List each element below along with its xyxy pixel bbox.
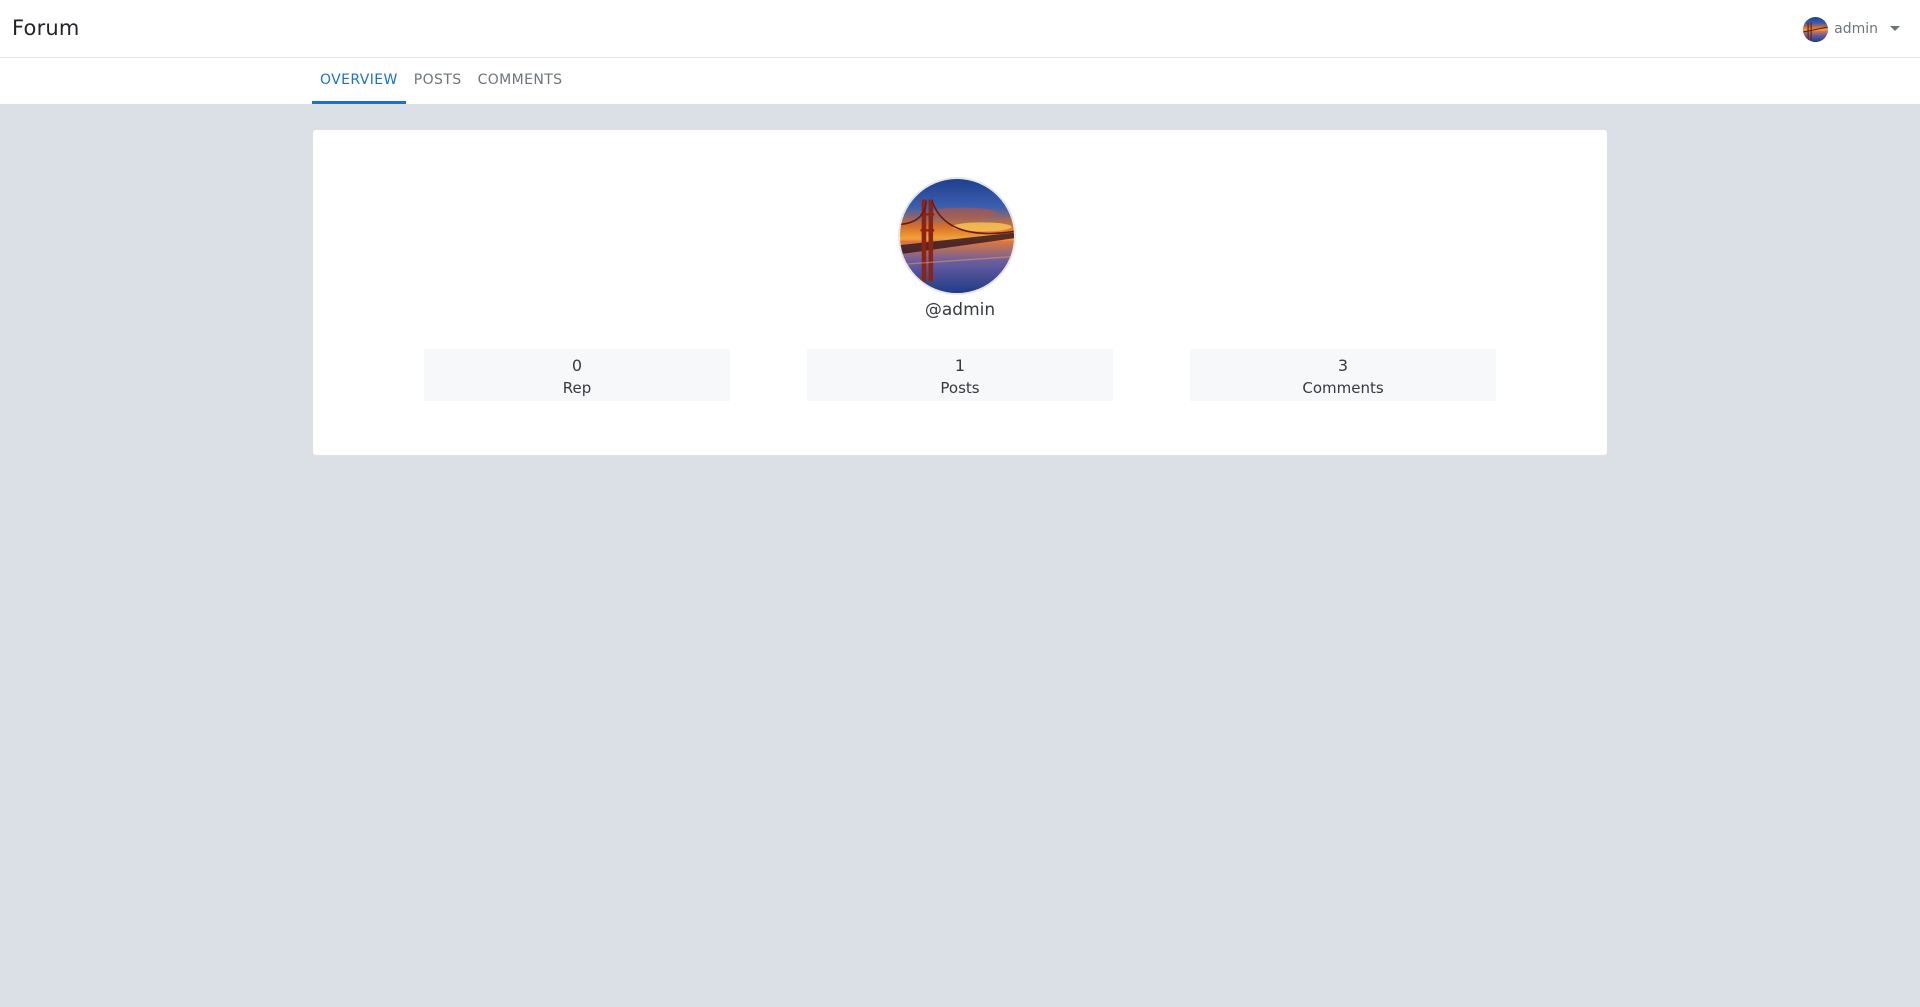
user-name: admin — [1834, 21, 1878, 37]
stat-value: 1 — [954, 356, 966, 375]
user-avatar — [1803, 16, 1829, 42]
stat-label: Rep — [562, 379, 592, 397]
user-menu-toggle[interactable]: admin — [1803, 16, 1900, 42]
tab-comments[interactable]: COMMENTS — [470, 58, 571, 104]
profile-tab-bar: OVERVIEW POSTS COMMENTS — [0, 58, 1920, 104]
brand-link[interactable]: Forum — [12, 16, 80, 40]
stat-value: 0 — [571, 356, 583, 375]
golden-gate-sunset-icon — [1803, 16, 1829, 42]
profile-handle: @admin — [924, 300, 996, 320]
tab-posts[interactable]: POSTS — [406, 58, 470, 104]
stat-value: 3 — [1337, 356, 1349, 375]
stat-comments: 3 Comments — [1190, 349, 1496, 401]
tab-overview[interactable]: OVERVIEW — [312, 58, 406, 104]
stat-label: Posts — [940, 379, 980, 397]
stat-rep: 0 Rep — [424, 349, 730, 401]
golden-gate-sunset-icon — [900, 179, 1014, 293]
profile-card: @admin 0 Rep 1 Posts 3 Comments — [313, 130, 1607, 455]
stat-posts: 1 Posts — [807, 349, 1113, 401]
tabs: OVERVIEW POSTS COMMENTS — [312, 58, 570, 104]
profile-avatar — [900, 179, 1014, 293]
top-navbar: Forum admin — [0, 0, 1920, 58]
stat-label: Comments — [1302, 379, 1384, 397]
chevron-down-icon — [1890, 25, 1900, 31]
